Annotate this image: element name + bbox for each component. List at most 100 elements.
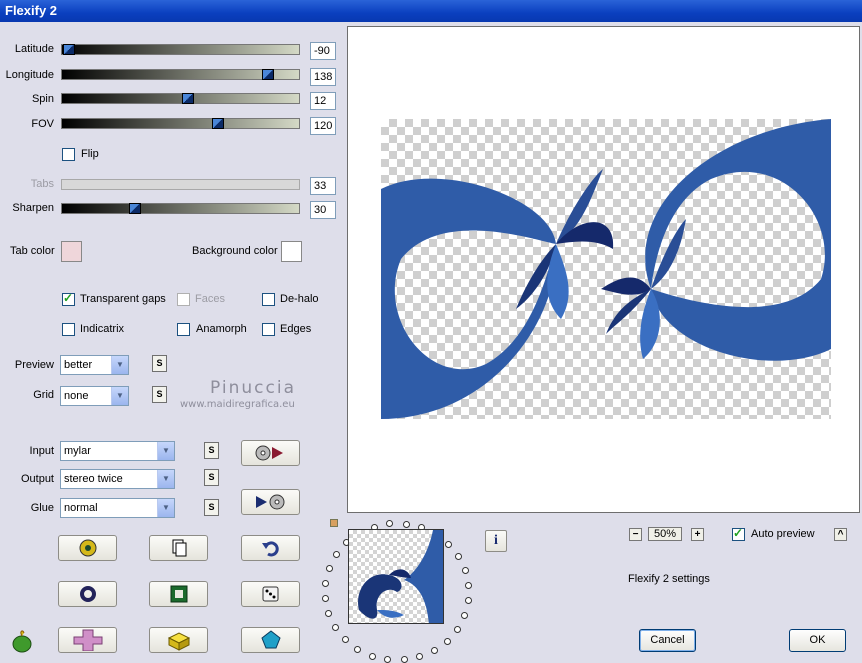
ring-dot [322, 579, 330, 587]
flip-checkbox[interactable] [62, 148, 75, 161]
dice-icon [262, 586, 278, 602]
pentagon-button[interactable] [241, 627, 300, 653]
background-color-label: Background color [192, 245, 278, 257]
tab-color-swatch[interactable] [61, 241, 82, 262]
cancel-button[interactable]: Cancel [639, 629, 696, 652]
ring-dot [384, 656, 392, 663]
tab-color-label: Tab color [10, 245, 55, 257]
output-select[interactable]: stereo twice ▼ [60, 469, 175, 489]
ring-dot [465, 581, 473, 589]
glue-select-value: normal [64, 502, 98, 514]
chevron-down-icon: ▼ [111, 387, 128, 405]
undo-button[interactable] [241, 535, 300, 561]
longitude-value[interactable]: 138 [310, 68, 336, 86]
faces-label: Faces [195, 293, 225, 305]
background-color-swatch[interactable] [281, 241, 302, 262]
preview-image[interactable] [381, 119, 831, 419]
anamorph-checkbox[interactable] [177, 323, 190, 336]
lego-button[interactable] [149, 627, 208, 653]
fov-label: FOV [31, 118, 54, 130]
watermark-url: www.maidiregrafica.eu [180, 399, 295, 410]
ring-dot [321, 595, 329, 603]
tabs-label: Tabs [30, 178, 54, 190]
sharpen-slider[interactable] [61, 203, 300, 214]
ring-dot [454, 552, 462, 560]
latitude-slider[interactable] [61, 44, 300, 55]
yellow-block-icon [167, 632, 190, 651]
grid-select[interactable]: none ▼ [60, 386, 129, 406]
pentagon-icon [260, 630, 281, 649]
ring-icon [79, 586, 96, 602]
pages-icon [172, 539, 186, 557]
spin-slider-thumb[interactable] [181, 93, 194, 104]
randomize-button[interactable] [58, 535, 117, 561]
spin-label: Spin [31, 93, 54, 105]
copy-button[interactable] [149, 535, 208, 561]
longitude-slider-thumb[interactable] [262, 69, 275, 80]
input-select-value: mylar [64, 445, 91, 457]
tabs-value[interactable]: 33 [310, 177, 336, 195]
output-select-value: stereo twice [64, 473, 123, 485]
edges-checkbox[interactable] [262, 323, 275, 336]
glue-select[interactable]: normal ▼ [60, 498, 175, 518]
load-preset-button[interactable] [241, 440, 300, 466]
input-s-button[interactable]: S [204, 442, 219, 459]
transparent-gaps-label: Transparent gaps [80, 293, 166, 305]
de-halo-label: De-halo [280, 293, 319, 305]
grid-s-button[interactable]: S [152, 386, 167, 403]
auto-preview-checkbox[interactable]: ✓ [732, 526, 745, 541]
longitude-slider[interactable] [61, 69, 300, 80]
checkmark-icon: ✓ [63, 291, 74, 305]
undo-arrow-icon [261, 541, 279, 557]
input-select[interactable]: mylar ▼ [60, 441, 175, 461]
indicatrix-label: Indicatrix [80, 323, 125, 335]
grid-select-value: none [64, 390, 89, 402]
ring-dot [430, 646, 438, 654]
output-s-button[interactable]: S [204, 469, 219, 486]
save-preset-button[interactable] [241, 489, 300, 515]
checkmark-icon: ✓ [733, 526, 744, 540]
preview-select[interactable]: better ▼ [60, 355, 129, 375]
latitude-slider-thumb[interactable] [63, 44, 76, 55]
info-button[interactable]: i [485, 530, 507, 552]
window-title: Flexify 2 [5, 3, 58, 18]
title-bar: Flexify 2 [0, 0, 862, 22]
ring-button[interactable] [58, 581, 117, 607]
glue-label: Glue [30, 502, 54, 514]
collapse-button[interactable]: ^ [834, 528, 847, 541]
zoom-out-button[interactable]: − [629, 528, 642, 541]
glue-s-button[interactable]: S [204, 499, 219, 516]
transparent-gaps-checkbox[interactable]: ✓ [62, 291, 75, 306]
flexify-render [381, 119, 831, 419]
ring-dot [400, 656, 408, 663]
zoom-level: 50% [648, 527, 682, 541]
spin-value[interactable]: 12 [310, 92, 336, 110]
indicatrix-checkbox[interactable] [62, 323, 75, 336]
fov-slider-thumb[interactable] [212, 118, 225, 129]
latitude-label: Latitude [14, 43, 54, 55]
ring-dot [402, 520, 410, 528]
fov-slider[interactable] [61, 118, 300, 129]
ok-button[interactable]: OK [789, 629, 846, 652]
add-button[interactable] [58, 627, 117, 653]
frame-button[interactable] [149, 581, 208, 607]
thumbnail-render [358, 530, 443, 623]
ring-dot [464, 597, 472, 605]
fov-value[interactable]: 120 [310, 117, 336, 135]
faces-checkbox [177, 293, 190, 306]
info-icon: i [494, 533, 498, 548]
sharpen-slider-thumb[interactable] [129, 203, 142, 214]
ring-handle[interactable] [330, 519, 338, 527]
sharpen-value[interactable]: 30 [310, 201, 336, 219]
de-halo-checkbox[interactable] [262, 293, 275, 306]
zoom-in-button[interactable]: + [691, 528, 704, 541]
ring-dot [333, 551, 341, 559]
spin-slider[interactable] [61, 93, 300, 104]
navigation-thumbnail[interactable] [348, 529, 444, 624]
preview-s-button[interactable]: S [152, 355, 167, 372]
ring-dot [325, 610, 333, 618]
ring-dot [325, 565, 333, 573]
latitude-value[interactable]: -90 [310, 42, 336, 60]
dice-button[interactable] [241, 581, 300, 607]
square-frame-icon [170, 585, 187, 603]
